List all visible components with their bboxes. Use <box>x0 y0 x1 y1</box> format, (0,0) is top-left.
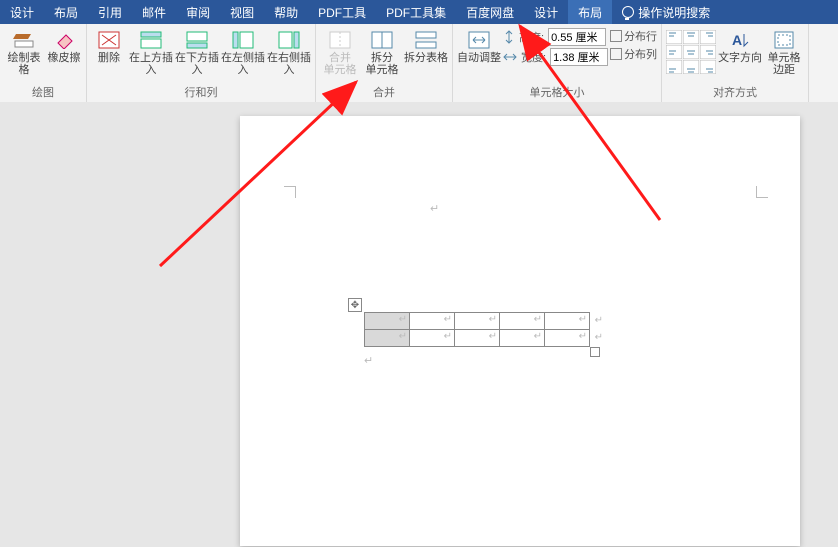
row-height-field[interactable]: 高度: <box>503 28 608 46</box>
group-alignment: A 文字方向 单元格 边距 对齐方式 <box>662 24 809 102</box>
group-merge: 合并 单元格 拆分 单元格 拆分表格 合并 <box>316 24 453 102</box>
table-cell[interactable]: ↵ <box>500 330 545 347</box>
table-resize-handle[interactable] <box>590 347 600 357</box>
eraser-button[interactable]: 橡皮擦 <box>46 26 82 64</box>
split-cells-button[interactable]: 拆分 单元格 <box>362 26 402 76</box>
tab-layout[interactable]: 布局 <box>44 0 88 24</box>
group-cell-size: 自动调整 高度: 宽度: 分布行 分布列 单元格大小 <box>453 24 662 102</box>
col-width-input[interactable] <box>550 48 608 66</box>
align-bot-center-button[interactable] <box>683 60 699 74</box>
insert-below-button[interactable]: 在下方插入 <box>175 26 219 76</box>
align-mid-right-button[interactable] <box>700 45 716 59</box>
delete-table-icon <box>97 30 121 50</box>
text-direction-icon: A <box>728 30 752 50</box>
tab-pdf-set[interactable]: PDF工具集 <box>376 0 456 24</box>
tab-mailings[interactable]: 邮件 <box>132 0 176 24</box>
distribute-rows-button[interactable]: 分布行 <box>610 28 657 44</box>
group-alignment-label: 对齐方式 <box>666 83 804 102</box>
table-cell[interactable]: ↵ <box>455 313 500 330</box>
col-width-field[interactable]: 宽度: <box>503 48 608 66</box>
insert-col-right-icon <box>277 30 301 50</box>
align-top-center-button[interactable] <box>683 30 699 44</box>
merge-cells-icon <box>328 30 352 50</box>
split-cells-icon <box>370 30 394 50</box>
merge-cells-button[interactable]: 合并 单元格 <box>320 26 360 76</box>
row-height-input[interactable] <box>548 28 606 46</box>
tab-pdf[interactable]: PDF工具 <box>308 0 376 24</box>
group-merge-label: 合并 <box>320 83 448 102</box>
align-mid-center-button[interactable] <box>683 45 699 59</box>
tab-baidu[interactable]: 百度网盘 <box>456 0 524 24</box>
tab-view[interactable]: 视图 <box>220 0 264 24</box>
group-cell-size-label: 单元格大小 <box>457 83 657 102</box>
tab-references[interactable]: 引用 <box>88 0 132 24</box>
group-draw-label: 绘图 <box>4 83 82 102</box>
text-direction-button[interactable]: A 文字方向 <box>718 26 762 64</box>
table-move-handle[interactable]: ✥ <box>348 298 362 312</box>
split-table-icon <box>414 30 438 50</box>
width-icon <box>503 51 517 63</box>
insert-row-above-icon <box>139 30 163 50</box>
insert-above-button[interactable]: 在上方插入 <box>129 26 173 76</box>
crop-mark-top-right <box>756 186 768 198</box>
document-canvas[interactable]: ↵ ✥ ↵ ↵ ↵ ↵ ↵↵ ↵ ↵ ↵ ↵ ↵↵ <box>0 102 838 547</box>
split-table-button[interactable]: 拆分表格 <box>404 26 448 64</box>
insert-row-below-icon <box>185 30 209 50</box>
table-cell[interactable]: ↵↵ <box>545 330 590 347</box>
table-cell[interactable]: ↵ <box>500 313 545 330</box>
tab-table-layout[interactable]: 布局 <box>568 0 612 24</box>
align-mid-left-button[interactable] <box>666 45 682 59</box>
table-cell[interactable]: ↵ <box>365 330 410 347</box>
delete-button[interactable]: 删除 <box>91 26 127 64</box>
insert-col-left-icon <box>231 30 255 50</box>
align-top-right-button[interactable] <box>700 30 716 44</box>
align-bot-left-button[interactable] <box>666 60 682 74</box>
eraser-icon <box>52 30 76 50</box>
table-cell[interactable]: ↵ <box>410 330 455 347</box>
document-table[interactable]: ✥ ↵ ↵ ↵ ↵ ↵↵ ↵ ↵ ↵ ↵ ↵↵ <box>364 312 590 347</box>
table-cell[interactable]: ↵ <box>365 313 410 330</box>
table-cell[interactable]: ↵ <box>455 330 500 347</box>
insert-left-button[interactable]: 在左侧插入 <box>221 26 265 76</box>
tab-design[interactable]: 设计 <box>0 0 44 24</box>
autofit-button[interactable]: 自动调整 <box>457 26 501 64</box>
height-icon <box>503 30 515 44</box>
pencil-icon <box>12 30 36 50</box>
group-rows-cols-label: 行和列 <box>91 83 311 102</box>
insert-right-button[interactable]: 在右侧插入 <box>267 26 311 76</box>
table-cell[interactable]: ↵↵ <box>545 313 590 330</box>
tab-help[interactable]: 帮助 <box>264 0 308 24</box>
ribbon: 绘制表格 橡皮擦 绘图 删除 在上方插入 <box>0 24 838 103</box>
tab-bar: 设计 布局 引用 邮件 审阅 视图 帮助 PDF工具 PDF工具集 百度网盘 设… <box>0 0 838 24</box>
tell-me-search[interactable]: 操作说明搜索 <box>612 0 720 24</box>
cell-margins-button[interactable]: 单元格 边距 <box>764 26 804 76</box>
align-bot-right-button[interactable] <box>700 60 716 74</box>
align-top-left-button[interactable] <box>666 30 682 44</box>
distribute-cols-button[interactable]: 分布列 <box>610 46 657 62</box>
tab-review[interactable]: 审阅 <box>176 0 220 24</box>
paragraph-mark: ↵ <box>364 354 373 367</box>
autofit-icon <box>467 30 491 50</box>
tab-table-design[interactable]: 设计 <box>524 0 568 24</box>
group-rows-cols: 删除 在上方插入 在下方插入 在左侧插入 <box>87 24 316 102</box>
lightbulb-icon <box>622 6 634 18</box>
crop-mark-top-left <box>284 186 296 198</box>
svg-text:A: A <box>732 32 742 48</box>
cell-margins-icon <box>772 30 796 50</box>
table-cell[interactable]: ↵ <box>410 313 455 330</box>
group-draw: 绘制表格 橡皮擦 绘图 <box>0 24 87 102</box>
draw-table-button[interactable]: 绘制表格 <box>4 26 44 76</box>
table-row[interactable]: ↵ ↵ ↵ ↵ ↵↵ <box>365 313 590 330</box>
table-row[interactable]: ↵ ↵ ↵ ↵ ↵↵ <box>365 330 590 347</box>
paragraph-mark: ↵ <box>430 202 439 215</box>
search-placeholder: 操作说明搜索 <box>638 4 710 21</box>
document-page[interactable]: ↵ ✥ ↵ ↵ ↵ ↵ ↵↵ ↵ ↵ ↵ ↵ ↵↵ <box>240 116 800 546</box>
